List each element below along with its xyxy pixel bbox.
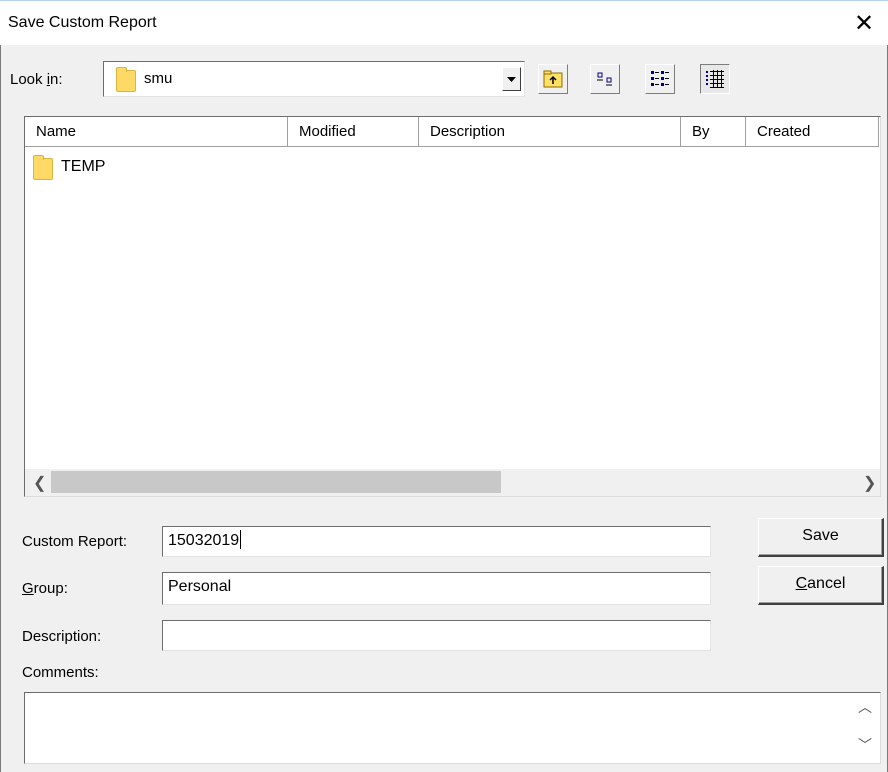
window-title: Save Custom Report xyxy=(8,14,157,31)
up-one-level-button[interactable] xyxy=(538,64,568,94)
list-item[interactable]: TEMP xyxy=(31,155,151,180)
list-view-button[interactable] xyxy=(590,64,620,94)
description-input[interactable] xyxy=(162,620,711,651)
scrollbar-thumb[interactable] xyxy=(51,471,501,493)
cancel-button[interactable]: Cancel xyxy=(758,566,884,605)
custom-report-label: Custom Report: xyxy=(22,533,128,550)
title-bar[interactable]: Save Custom Report ✕ xyxy=(0,0,888,45)
look-in-dropdown-button[interactable] xyxy=(502,67,521,91)
look-in-label: Look in: xyxy=(10,71,63,88)
custom-report-input[interactable]: 15032019 xyxy=(162,526,711,557)
all-view-button[interactable] xyxy=(700,64,730,94)
up-one-level-icon xyxy=(543,70,563,88)
text-caret xyxy=(240,529,242,549)
look-in-value: smu xyxy=(144,70,173,87)
group-value: Personal xyxy=(168,578,232,595)
look-in-dropdown[interactable]: smu xyxy=(103,61,525,97)
window-border-left xyxy=(0,45,1,772)
group-label: Group: xyxy=(22,580,68,597)
scroll-left-icon[interactable]: ❮ xyxy=(33,473,46,493)
details-view-button[interactable] xyxy=(645,64,675,94)
group-dropdown[interactable]: Personal xyxy=(162,572,858,605)
details-view-icon xyxy=(651,71,669,86)
scroll-down-icon[interactable]: ﹀ xyxy=(858,735,872,755)
scroll-right-icon[interactable]: ❯ xyxy=(863,473,876,493)
column-header-name[interactable]: Name xyxy=(25,117,288,147)
list-item-name: TEMP xyxy=(61,158,106,175)
close-icon: ✕ xyxy=(853,10,875,37)
description-label: Description: xyxy=(22,628,102,645)
custom-report-value: 15032019 xyxy=(168,532,240,549)
column-header-description[interactable]: Description xyxy=(419,117,681,147)
scroll-up-icon[interactable]: ︿ xyxy=(858,697,872,717)
folder-icon xyxy=(116,67,136,92)
all-view-icon xyxy=(706,70,724,88)
chevron-down-icon xyxy=(507,76,516,82)
column-header-by[interactable]: By xyxy=(681,117,746,147)
folder-icon xyxy=(33,155,53,180)
comments-label: Comments: xyxy=(22,664,99,681)
file-list[interactable]: Name Modified Description By Created TEM… xyxy=(24,116,881,497)
column-header-modified[interactable]: Modified xyxy=(288,117,419,147)
column-header-created[interactable]: Created xyxy=(746,117,879,147)
file-list-header: Name Modified Description By Created xyxy=(25,117,880,147)
close-button[interactable]: ✕ xyxy=(846,7,882,41)
save-button[interactable]: Save xyxy=(758,518,884,557)
comments-textarea[interactable]: ︿ ﹀ xyxy=(24,692,881,764)
list-view-icon xyxy=(597,72,612,86)
horizontal-scrollbar[interactable]: ❮ ❯ xyxy=(25,469,880,496)
